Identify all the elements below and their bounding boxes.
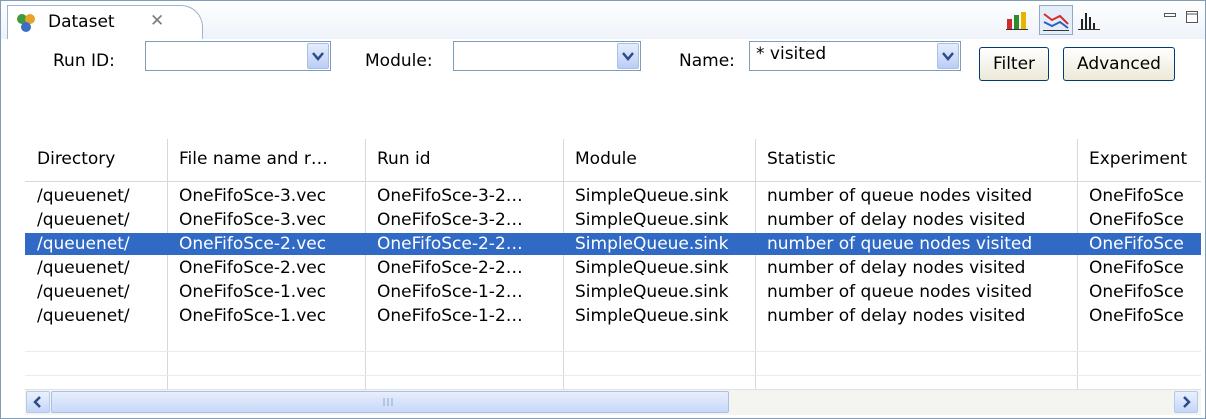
column-header-module[interactable]: Module bbox=[575, 149, 637, 169]
cell-experiment: OneFifoSce bbox=[1089, 234, 1184, 254]
cell-experiment: OneFifoSce bbox=[1089, 282, 1184, 302]
cell-experiment: OneFifoSce bbox=[1089, 258, 1184, 278]
cell-file-name: OneFifoSce-3.vec bbox=[179, 210, 327, 230]
column-header-run-id[interactable]: Run id bbox=[377, 149, 431, 169]
dataset-tab[interactable]: Dataset ✕ bbox=[7, 5, 203, 39]
cell-run-id: OneFifoSce-2-2… bbox=[377, 234, 523, 254]
name-label: Name: bbox=[679, 51, 735, 71]
dataset-table: Directory File name and r… Run id Module… bbox=[25, 139, 1201, 391]
table-row[interactable]: /queuenet/ OneFifoSce-2.vec OneFifoSce-2… bbox=[25, 257, 1201, 279]
cell-experiment: OneFifoSce bbox=[1089, 210, 1184, 230]
cell-run-id: OneFifoSce-1-2… bbox=[377, 306, 523, 326]
cell-statistic: number of queue nodes visited bbox=[767, 282, 1033, 302]
column-header-statistic[interactable]: Statistic bbox=[767, 149, 836, 169]
table-row[interactable]: /queuenet/ OneFifoSce-3.vec OneFifoSce-3… bbox=[25, 209, 1201, 231]
cell-file-name: OneFifoSce-1.vec bbox=[179, 282, 327, 302]
run-id-combo[interactable] bbox=[145, 41, 331, 71]
cell-directory: /queuenet/ bbox=[37, 234, 130, 254]
minimize-icon[interactable] bbox=[1163, 9, 1177, 23]
line-chart-icon[interactable] bbox=[1039, 5, 1073, 35]
cell-directory: /queuenet/ bbox=[37, 282, 130, 302]
name-value: * visited bbox=[756, 44, 827, 64]
maximize-icon[interactable] bbox=[1185, 9, 1199, 23]
cell-run-id: OneFifoSce-1-2… bbox=[377, 282, 523, 302]
column-header-file-name[interactable]: File name and r… bbox=[179, 149, 328, 169]
cell-module: SimpleQueue.sink bbox=[575, 234, 729, 254]
module-label: Module: bbox=[365, 51, 433, 71]
cell-run-id: OneFifoSce-3-2… bbox=[377, 210, 523, 230]
cell-statistic: number of queue nodes visited bbox=[767, 234, 1033, 254]
cell-experiment: OneFifoSce bbox=[1089, 306, 1184, 326]
filter-button[interactable]: Filter bbox=[979, 47, 1049, 81]
advanced-button[interactable]: Advanced bbox=[1063, 47, 1175, 81]
view-tab-bar: Dataset ✕ bbox=[1, 1, 1205, 40]
scrollbar-thumb[interactable] bbox=[51, 391, 729, 413]
histogram-icon[interactable] bbox=[1077, 9, 1101, 31]
chevron-down-icon[interactable] bbox=[307, 43, 329, 69]
name-combo[interactable]: * visited bbox=[749, 41, 961, 71]
cell-file-name: OneFifoSce-3.vec bbox=[179, 186, 327, 206]
cell-experiment: OneFifoSce bbox=[1089, 186, 1184, 206]
cell-run-id: OneFifoSce-3-2… bbox=[377, 186, 523, 206]
bar-chart-icon[interactable] bbox=[1005, 9, 1029, 31]
cell-module: SimpleQueue.sink bbox=[575, 282, 729, 302]
cell-file-name: OneFifoSce-2.vec bbox=[179, 234, 327, 254]
cell-statistic: number of delay nodes visited bbox=[767, 306, 1026, 326]
run-id-label: Run ID: bbox=[53, 51, 115, 71]
cell-file-name: OneFifoSce-2.vec bbox=[179, 258, 327, 278]
column-header-directory[interactable]: Directory bbox=[37, 149, 115, 169]
cell-module: SimpleQueue.sink bbox=[575, 258, 729, 278]
cell-statistic: number of delay nodes visited bbox=[767, 258, 1026, 278]
chevron-down-icon[interactable] bbox=[937, 43, 959, 69]
chevron-down-icon[interactable] bbox=[617, 43, 639, 69]
tab-title: Dataset bbox=[48, 12, 115, 32]
column-header-experiment[interactable]: Experiment bbox=[1089, 149, 1187, 169]
cell-run-id: OneFifoSce-2-2… bbox=[377, 258, 523, 278]
cell-module: SimpleQueue.sink bbox=[575, 186, 729, 206]
table-row[interactable]: /queuenet/ OneFifoSce-3.vec OneFifoSce-3… bbox=[25, 185, 1201, 207]
dataset-icon bbox=[14, 12, 38, 34]
cell-statistic: number of queue nodes visited bbox=[767, 186, 1033, 206]
cell-statistic: number of delay nodes visited bbox=[767, 210, 1026, 230]
module-combo[interactable] bbox=[453, 41, 641, 71]
dataset-view: Dataset ✕ Run ID: Module: Name: * visite… bbox=[0, 0, 1206, 419]
scroll-left-button[interactable] bbox=[26, 391, 50, 413]
cell-directory: /queuenet/ bbox=[37, 210, 130, 230]
cell-module: SimpleQueue.sink bbox=[575, 306, 729, 326]
table-row-selected[interactable]: /queuenet/ OneFifoSce-2.vec OneFifoSce-2… bbox=[25, 233, 1201, 255]
cell-directory: /queuenet/ bbox=[37, 306, 130, 326]
table-row[interactable]: /queuenet/ OneFifoSce-1.vec OneFifoSce-1… bbox=[25, 305, 1201, 327]
close-icon[interactable]: ✕ bbox=[150, 11, 164, 31]
scroll-right-button[interactable] bbox=[1174, 391, 1198, 413]
cell-directory: /queuenet/ bbox=[37, 186, 130, 206]
table-row[interactable]: /queuenet/ OneFifoSce-1.vec OneFifoSce-1… bbox=[25, 281, 1201, 303]
cell-directory: /queuenet/ bbox=[37, 258, 130, 278]
cell-module: SimpleQueue.sink bbox=[575, 210, 729, 230]
cell-file-name: OneFifoSce-1.vec bbox=[179, 306, 327, 326]
horizontal-scrollbar[interactable] bbox=[25, 389, 1201, 415]
